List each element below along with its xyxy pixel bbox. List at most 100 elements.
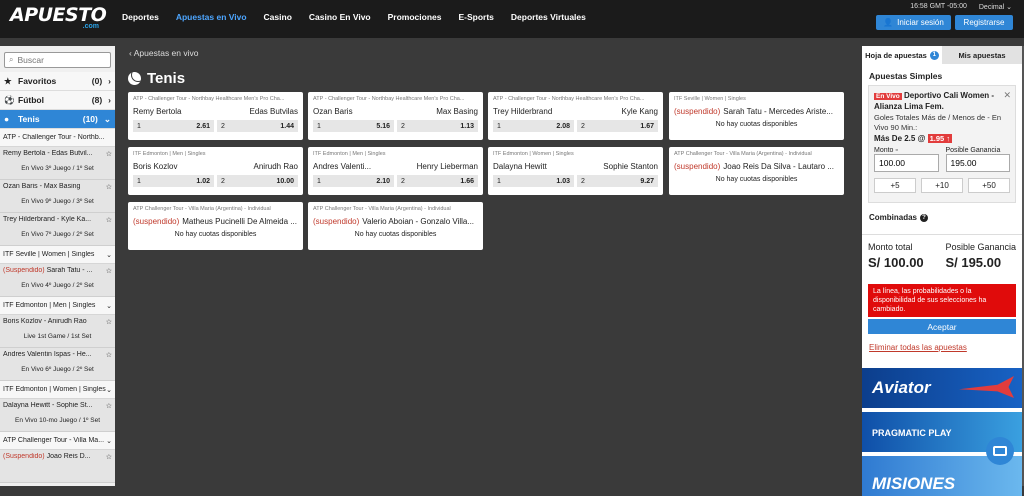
match-card[interactable]: ATP Challenger Tour - Villa Maria (Argen… (308, 202, 483, 250)
chat-button[interactable] (986, 437, 1014, 465)
match-card[interactable]: ITF Seville | Women | Singles (suspendido… (669, 92, 844, 140)
player-1: Andres Valenti... (313, 162, 372, 171)
quick-stake-50[interactable]: +50 (968, 178, 1010, 193)
event-item[interactable]: Trey Hilderbrand - Kyle Ka... ☆ En Vivo 7º… (0, 213, 115, 246)
search-input[interactable] (17, 55, 98, 65)
chevron-right-icon: › (108, 76, 111, 86)
odd-button-2[interactable]: 2 9.27 (577, 175, 658, 187)
match-card[interactable]: ITF Edmonton | Men | Singles Andres Valen… (308, 147, 483, 195)
back-link[interactable]: ‹ Apuestas en vivo (129, 48, 198, 58)
quick-stake-5[interactable]: +5 (874, 178, 916, 193)
sidebar-item-tenis[interactable]: ● Tenis (10) ⌄ (0, 110, 115, 129)
odd-label: 1 (317, 177, 321, 185)
match-name: Valerio Aboian - Gonzalo Villa... (362, 217, 475, 226)
match-tour: ITF Edmonton | Women | Singles (493, 151, 574, 157)
quick-stake-10[interactable]: +10 (921, 178, 963, 193)
odd-button-1[interactable]: 1 2.10 (313, 175, 394, 187)
accept-button[interactable]: Aceptar (868, 319, 1016, 334)
event-item[interactable]: Remy Bertola - Edas Butvil... ☆ En Vivo 3º… (0, 147, 115, 180)
tab-mis-apuestas[interactable]: Mis apuestas (942, 46, 1022, 64)
tour-header[interactable]: ATP Challenger Tour - Villa Ma... ⌄ (0, 432, 115, 450)
logo[interactable]: APUESTO .com (10, 5, 107, 33)
no-odds-text: No hay cuotas disponibles (354, 231, 437, 238)
match-name: Matheus Pucinelli De Almeida ... (182, 217, 297, 226)
tour-header[interactable]: ITF Seville | Women | Singles ⌄ (0, 246, 115, 264)
odd-button-1[interactable]: 1 2.61 (133, 120, 214, 132)
nav-apuestas-en-vivo[interactable]: Apuestas en Vivo (176, 12, 247, 22)
tab-hoja-de-apuestas[interactable]: Hoja de apuestas 1 (862, 46, 942, 64)
player-1: Trey Hilderbrand (493, 107, 553, 116)
selection-event: En Vivo Deportivo Cali Women - Alianza L… (874, 91, 1010, 112)
odd-button-1[interactable]: 1 1.02 (133, 175, 214, 187)
match-card[interactable]: ATP Challenger Tour - Villa Maria (Argen… (128, 202, 303, 250)
match-card[interactable]: ITF Edmonton | Men | Singles Boris Kozlov… (128, 147, 303, 195)
event-item[interactable]: Dalayna Hewitt - Sophie St... ☆ En Vivo 10… (0, 399, 115, 432)
odd-value: 1.95 (929, 134, 945, 143)
chevron-down-icon: ⌄ (106, 437, 112, 445)
banner-aviator[interactable]: Aviator (862, 368, 1022, 408)
tennis-ball-icon (128, 72, 141, 85)
register-button[interactable]: Registrarse (955, 15, 1013, 30)
chevron-down-icon: ⌄ (106, 302, 112, 310)
event-item[interactable]: (Suspendido) Joao Reis D... ☆ (0, 450, 115, 483)
event-item[interactable]: Boris Kozlov - Anirudh Rao ☆ Live 1st Game… (0, 315, 115, 348)
star-outline-icon[interactable]: ☆ (106, 351, 112, 359)
tour-header[interactable]: ATP - Challenger Tour - Northb... (0, 129, 115, 147)
nav-esports[interactable]: E-Sports (458, 12, 493, 22)
help-icon[interactable]: ? (920, 213, 929, 222)
match-card[interactable]: ITF Edmonton | Women | Singles Dalayna He… (488, 147, 663, 195)
nav-casino[interactable]: Casino (264, 12, 292, 22)
banner-title: MISIONES (872, 474, 956, 493)
star-outline-icon[interactable]: ☆ (106, 267, 112, 275)
tour-header[interactable]: ITF Edmonton | Men | Singles ⌄ (0, 297, 115, 315)
odd-button-2[interactable]: 2 1.67 (577, 120, 658, 132)
nav-casino-en-vivo[interactable]: Casino En Vivo (309, 12, 371, 22)
category-label: Tenis (18, 114, 40, 124)
odd-button-1[interactable]: 1 1.03 (493, 175, 574, 187)
odd-button-2[interactable]: 2 10.00 (217, 175, 298, 187)
odd-button-2[interactable]: 2 1.44 (217, 120, 298, 132)
nav-promociones[interactable]: Promociones (388, 12, 442, 22)
match-card[interactable]: ATP Challenger Tour - Villa Maria (Argen… (669, 147, 844, 195)
star-outline-icon[interactable]: ☆ (106, 402, 112, 410)
star-outline-icon[interactable]: ☆ (106, 216, 112, 224)
search-box[interactable]: ⌕ (4, 52, 111, 68)
gain-field (945, 154, 1010, 172)
odd-button-1[interactable]: 1 2.08 (493, 120, 574, 132)
odd-label: 1 (317, 122, 321, 130)
event-status: En Vivo 7º Juego / 2º Set (21, 231, 94, 238)
event-name: Remy Bertola - Edas Butvil... (3, 150, 93, 157)
star-outline-icon[interactable]: ☆ (106, 453, 112, 461)
odd-button-1[interactable]: 1 5.16 (313, 120, 394, 132)
close-icon[interactable]: ✕ (1003, 90, 1011, 101)
odd-value: 2.61 (196, 122, 210, 130)
event-item[interactable]: Ozan Baris - Max Basing ☆ En Vivo 9º Juego… (0, 180, 115, 213)
match-card[interactable]: ATP - Challenger Tour - Northbay Healthc… (128, 92, 303, 140)
odds-format-select[interactable]: Decimal ⌄ (979, 3, 1012, 11)
odd-tag: 1.95 ↑ (927, 134, 953, 143)
selection-market: Goles Totales Más de / Menos de - En Viv… (874, 113, 1002, 132)
nav-deportes-virtuales[interactable]: Deportes Virtuales (511, 12, 586, 22)
totals: Monto total S/ 100.00 Posible Ganancia S/ … (868, 242, 1016, 270)
nav-deportes[interactable]: Deportes (122, 12, 159, 22)
odd-button-2[interactable]: 2 1.13 (397, 120, 478, 132)
star-outline-icon[interactable]: ☆ (106, 318, 112, 326)
header-info: 16:58 GMT -05:00 Decimal ⌄ (910, 3, 1012, 11)
match-card[interactable]: ATP - Challenger Tour - Northbay Healthc… (488, 92, 663, 140)
event-item[interactable]: Andres Valentin Ispas - He... ☆ En Vivo 6º… (0, 348, 115, 381)
match-card[interactable]: ATP - Challenger Tour - Northbay Healthc… (308, 92, 483, 140)
odd-button-2[interactable]: 2 1.66 (397, 175, 478, 187)
event-item[interactable]: (Suspendido) Sarah Tatu - ... ☆ En Vivo 4º… (0, 264, 115, 297)
odd-value: 1.44 (280, 122, 294, 130)
star-outline-icon[interactable]: ☆ (106, 150, 112, 158)
sidebar-item-favoritos[interactable]: ★ Favoritos (0) › (0, 72, 115, 91)
star-outline-icon[interactable]: ☆ (106, 183, 112, 191)
tour-header[interactable]: ITF Edmonton | Women | Singles ⌄ (0, 381, 115, 399)
page-title: Tenis (128, 70, 185, 87)
top-bar: APUESTO .com Deportes Apuestas en Vivo C… (0, 0, 1024, 38)
odd-value: 10.00 (276, 177, 294, 185)
sidebar-item-futbol[interactable]: ⚽ Fútbol (8) › (0, 91, 115, 110)
login-button[interactable]: 👤 Iniciar sesión (876, 15, 951, 30)
clear-bets-link[interactable]: Eliminar todas las apuestas (869, 343, 1015, 352)
stake-input[interactable] (874, 154, 939, 172)
